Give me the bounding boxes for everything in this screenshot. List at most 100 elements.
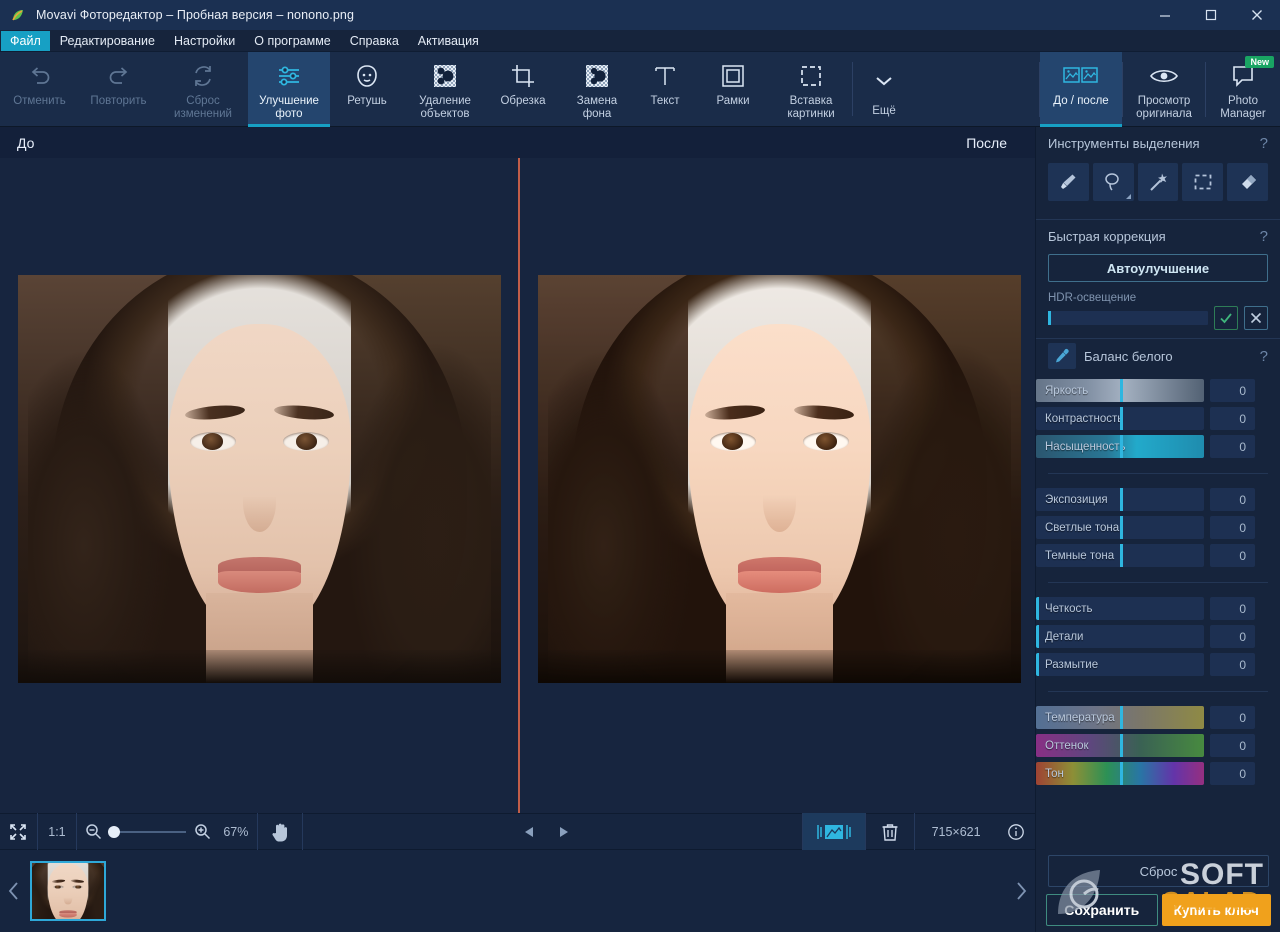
selection-tools-row [1048, 159, 1268, 211]
close-button[interactable] [1234, 0, 1280, 30]
zoom-ratio-button[interactable]: 1:1 [38, 813, 76, 850]
toolbar-insert-image[interactable]: Вставкакартинки [770, 52, 852, 127]
toolbar-undo[interactable]: Отменить [0, 52, 79, 127]
compare-view-button[interactable] [803, 813, 865, 850]
hand-tool-button[interactable] [258, 813, 302, 850]
slider-handle[interactable] [1120, 516, 1123, 539]
toolbar-before-after[interactable]: До / после [1040, 52, 1122, 127]
toolbar-background-change[interactable]: Заменафона [560, 52, 634, 127]
toolbar-more[interactable]: Ещё [853, 52, 915, 127]
slider-handle[interactable] [1120, 734, 1123, 757]
brush-select-tool[interactable] [1048, 163, 1089, 201]
save-button[interactable]: Сохранить [1046, 894, 1158, 926]
toolbar-photo-enhance[interactable]: Улучшениефото [248, 52, 330, 127]
white-balance-section: Баланс белого ? [1036, 339, 1280, 373]
hdr-lighting-slider[interactable] [1048, 311, 1208, 325]
help-icon[interactable]: ? [1260, 135, 1268, 152]
slider-value[interactable]: 0 [1210, 625, 1255, 648]
magic-wand-tool[interactable] [1138, 163, 1179, 201]
toolbar-reset-changes[interactable]: Сбросизменений [158, 52, 248, 127]
help-icon[interactable]: ? [1260, 348, 1268, 365]
prev-image-button[interactable] [513, 813, 547, 850]
maximize-button[interactable] [1188, 0, 1234, 30]
cancel-button[interactable] [1244, 306, 1268, 330]
image-info-button[interactable] [997, 813, 1035, 850]
menu-item-help[interactable]: Справка [341, 31, 408, 51]
menu-item-edit[interactable]: Редактирование [51, 31, 164, 51]
slider-temperature[interactable]: Температура 0 [1036, 706, 1280, 729]
slider-value[interactable]: 0 [1210, 516, 1255, 539]
list-item[interactable] [30, 861, 106, 921]
eraser-tool[interactable] [1227, 163, 1268, 201]
toolbar-crop[interactable]: Обрезка [486, 52, 560, 127]
filmstrip-next-button[interactable] [1007, 850, 1035, 932]
slider-brightness[interactable]: Яркость 0 [1036, 379, 1280, 402]
slider-handle[interactable] [1120, 544, 1123, 567]
slider-saturation[interactable]: Насыщенность 0 [1036, 435, 1280, 458]
slider-value[interactable]: 0 [1210, 435, 1255, 458]
slider-handle[interactable] [1120, 488, 1123, 511]
slider-value[interactable]: 0 [1210, 379, 1255, 402]
slider-handle[interactable] [1120, 379, 1123, 402]
slider-handle[interactable] [1036, 625, 1039, 648]
slider-details[interactable]: Детали 0 [1036, 625, 1280, 648]
hdr-lighting-handle[interactable] [1048, 311, 1051, 325]
slider-exposure[interactable]: Экспозиция 0 [1036, 488, 1280, 511]
slider-handle[interactable] [1120, 435, 1123, 458]
toolbar-frames[interactable]: Рамки [696, 52, 770, 127]
apply-button[interactable] [1214, 306, 1238, 330]
slider-blur[interactable]: Размытие 0 [1036, 653, 1280, 676]
slider-shadows[interactable]: Темные тона 0 [1036, 544, 1280, 567]
toolbar-object-removal[interactable]: Удалениеобъектов [404, 52, 486, 127]
toolbar-redo[interactable]: Повторить [79, 52, 158, 127]
zoom-control-group[interactable]: 67% [77, 813, 257, 850]
slider-value[interactable]: 0 [1210, 734, 1255, 757]
buy-key-button[interactable]: Купить ключ [1162, 894, 1272, 926]
slider-value[interactable]: 0 [1210, 762, 1255, 785]
lasso-dropdown-caret[interactable] [1126, 194, 1131, 199]
auto-enhance-button[interactable]: Автоулучшение [1048, 254, 1268, 282]
slider-handle[interactable] [1036, 597, 1039, 620]
lasso-select-tool[interactable] [1093, 163, 1134, 201]
slider-hue[interactable]: Тон 0 [1036, 762, 1280, 785]
delete-image-button[interactable] [866, 813, 914, 850]
next-image-button[interactable] [546, 813, 580, 850]
slider-handle[interactable] [1036, 653, 1039, 676]
check-icon [1219, 311, 1233, 325]
trash-icon [881, 822, 899, 842]
toolbar-text[interactable]: Текст [634, 52, 696, 127]
slider-label: Детали [1036, 631, 1083, 643]
toolbar-view-original[interactable]: Просмотроригинала [1123, 52, 1205, 127]
reset-button[interactable]: Сброс [1048, 855, 1269, 887]
minimize-button[interactable] [1142, 0, 1188, 30]
slider-handle[interactable] [1120, 762, 1123, 785]
menu-item-activation[interactable]: Активация [409, 31, 488, 51]
slider-tint[interactable]: Оттенок 0 [1036, 734, 1280, 757]
slider-value[interactable]: 0 [1210, 706, 1255, 729]
slider-value[interactable]: 0 [1210, 653, 1255, 676]
help-icon[interactable]: ? [1260, 228, 1268, 245]
toolbar-retouch[interactable]: Ретушь [330, 52, 404, 127]
slider-handle[interactable] [1120, 407, 1123, 430]
image-canvas[interactable] [0, 158, 1035, 813]
zoom-slider-handle[interactable] [108, 826, 120, 838]
info-icon [1007, 823, 1025, 841]
slider-value[interactable]: 0 [1210, 407, 1255, 430]
zoom-slider[interactable] [110, 831, 186, 833]
toolbar-photo-manager[interactable]: New PhotoManager [1206, 52, 1280, 127]
menu-item-settings[interactable]: Настройки [165, 31, 244, 51]
slider-highlights[interactable]: Светлые тона 0 [1036, 516, 1280, 539]
menu-item-file[interactable]: Файл [1, 31, 50, 51]
slider-value[interactable]: 0 [1210, 488, 1255, 511]
slider-contrast[interactable]: Контрастность 0 [1036, 407, 1280, 430]
slider-value[interactable]: 0 [1210, 544, 1255, 567]
slider-value[interactable]: 0 [1210, 597, 1255, 620]
slider-sharpness[interactable]: Четкость 0 [1036, 597, 1280, 620]
slider-handle[interactable] [1120, 706, 1123, 729]
fit-screen-button[interactable] [0, 813, 37, 850]
filmstrip-prev-button[interactable] [0, 850, 28, 932]
eyedropper-button[interactable] [1048, 343, 1076, 369]
menu-item-about[interactable]: О программе [245, 31, 339, 51]
rectangle-select-tool[interactable] [1182, 163, 1223, 201]
compare-split-divider[interactable] [518, 158, 520, 813]
